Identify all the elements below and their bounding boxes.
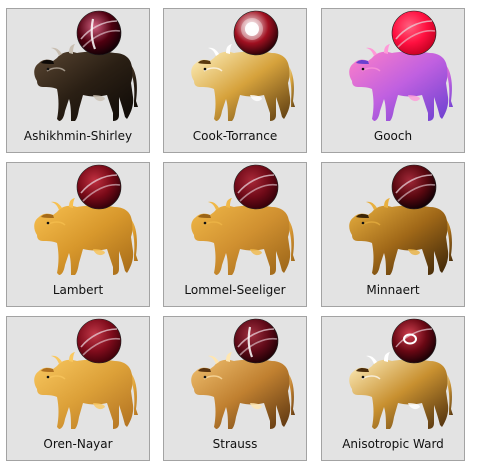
cow-model: [349, 198, 453, 275]
sphere-model: [233, 10, 279, 56]
cow-model: [349, 352, 453, 429]
shader-tile-strauss[interactable]: Strauss: [163, 316, 307, 461]
shader-tile-lommel-seeliger[interactable]: Lommel-Seeliger: [163, 162, 307, 307]
cow-model: [34, 44, 138, 121]
sphere-model: [391, 10, 437, 56]
shader-label: Oren-Nayar: [43, 437, 113, 451]
sphere-model: [76, 164, 122, 210]
shader-label: Lambert: [52, 283, 104, 297]
cow-model: [191, 44, 295, 121]
sphere-model: [391, 164, 437, 210]
cow-model: [34, 352, 138, 429]
shader-label: Anisotropic Ward: [342, 437, 444, 451]
shader-tile-minnaert[interactable]: Minnaert: [321, 162, 465, 307]
shader-label: Gooch: [373, 129, 413, 143]
shader-tile-cook-torrance[interactable]: Cook-Torrance: [163, 8, 307, 153]
shader-grid: Ashikhmin-Shirley Cook-Torrance Gooch Lambe…: [0, 0, 477, 469]
cow-model: [34, 198, 138, 275]
cow-model: [349, 44, 453, 121]
shader-tile-oren-nayar[interactable]: Oren-Nayar: [6, 316, 150, 461]
sphere-model: [391, 318, 437, 364]
cow-model: [191, 198, 295, 275]
shader-tile-anisotropic-ward[interactable]: Anisotropic Ward: [321, 316, 465, 461]
cow-model: [191, 352, 295, 429]
shader-label: Minnaert: [366, 283, 420, 297]
shader-tile-lambert[interactable]: Lambert: [6, 162, 150, 307]
shader-tile-ashikhmin-shirley[interactable]: Ashikhmin-Shirley: [6, 8, 150, 153]
shader-label: Lommel-Seeliger: [184, 283, 286, 297]
shader-tile-gooch[interactable]: Gooch: [321, 8, 465, 153]
sphere-model: [76, 10, 122, 56]
sphere-model: [76, 318, 122, 364]
sphere-model: [233, 318, 279, 364]
sphere-model: [233, 164, 279, 210]
shader-label: Cook-Torrance: [192, 129, 278, 143]
shader-label: Ashikhmin-Shirley: [23, 129, 133, 143]
shader-label: Strauss: [212, 437, 258, 451]
